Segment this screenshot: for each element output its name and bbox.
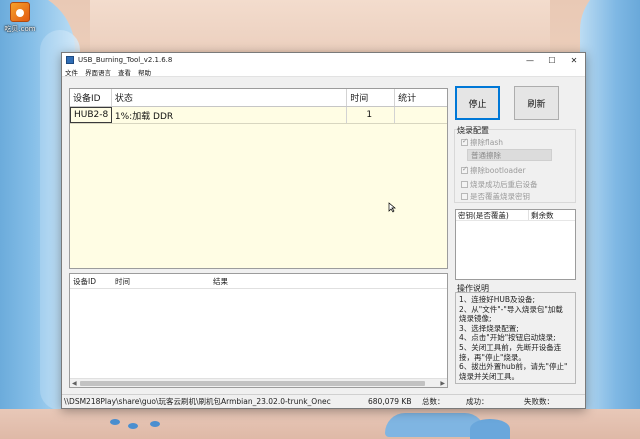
- erase-bootloader-option[interactable]: 擦除bootloader: [461, 165, 526, 176]
- menu-language[interactable]: 界面语言: [85, 67, 111, 77]
- erase-bootloader-label: 擦除bootloader: [470, 166, 526, 175]
- log-grid-header: 设备ID 时间 结果: [70, 274, 447, 289]
- menu-help[interactable]: 帮助: [138, 67, 151, 77]
- log-header-result[interactable]: 结果: [210, 274, 330, 288]
- help-line: 6、拔出外置hub前，请先"停止": [459, 362, 568, 372]
- reboot-after-option[interactable]: 烧录成功后重启设备: [461, 179, 538, 190]
- scroll-right-icon[interactable]: ▶: [440, 380, 445, 387]
- wallpaper-bottom: [0, 409, 640, 439]
- scrollbar-thumb[interactable]: [80, 381, 425, 386]
- status-total: 总数：: [422, 397, 445, 406]
- desktop-shortcut[interactable]: 吃贝.com: [2, 2, 38, 34]
- help-line: 1、连接好HUB及设备;: [459, 295, 536, 304]
- mouse-cursor-icon: [388, 202, 396, 213]
- window-title: USB_Burning_Tool_v2.1.6.8: [78, 56, 173, 64]
- wallpaper-nail: [150, 421, 160, 427]
- menu-file[interactable]: 文件: [65, 67, 78, 77]
- cell-time: 1: [347, 107, 396, 123]
- overwrite-key-option[interactable]: 是否覆盖烧录密钥: [461, 191, 530, 202]
- log-horizontal-scrollbar[interactable]: ◀ ▶: [70, 378, 447, 387]
- erase-bootloader-checkbox[interactable]: [461, 165, 468, 174]
- help-text-box[interactable]: 1、连接好HUB及设备; 2、从"文件"-"导入烧录包"加载 烧录镜像; 3、选…: [455, 292, 576, 384]
- status-image-size: 680,079 KB: [368, 397, 412, 406]
- status-image-path: \\DSM218Play\share\guo\玩客云刷机\刷机包Armbian_…: [64, 397, 331, 406]
- help-line: 4、点击"开始"按钮启动烧录;: [459, 333, 556, 343]
- reboot-after-checkbox[interactable]: [461, 181, 468, 188]
- help-line: 烧录并关闭工具。: [459, 371, 519, 381]
- refresh-button[interactable]: 刷新: [514, 86, 559, 120]
- header-time[interactable]: 时间: [347, 89, 396, 106]
- stop-button[interactable]: 停止: [455, 86, 500, 120]
- maximize-button[interactable]: ☐: [541, 53, 563, 67]
- title-bar[interactable]: USB_Burning_Tool_v2.1.6.8 — ☐ ✕: [62, 53, 585, 67]
- wallpaper-fish: [470, 419, 510, 439]
- log-header-time[interactable]: 时间: [112, 274, 210, 288]
- erase-flash-option[interactable]: 擦除flash: [461, 137, 503, 148]
- wallpaper-hair-right: [580, 0, 640, 439]
- status-bar: \\DSM218Play\share\guo\玩客云刷机\刷机包Armbian_…: [62, 394, 585, 408]
- help-line: 接，再"停止"烧录。: [459, 352, 526, 362]
- key-table[interactable]: 密钥(是否覆盖) 剩余数: [455, 209, 576, 280]
- table-row[interactable]: HUB2-8 1%:加载 DDR 1: [70, 107, 447, 124]
- desktop-shortcut-label: 吃贝.com: [4, 25, 36, 33]
- menu-view[interactable]: 查看: [118, 67, 131, 77]
- app-icon: [66, 56, 74, 64]
- key-header-key[interactable]: 密钥(是否覆盖): [456, 210, 529, 220]
- wallpaper-nail: [128, 423, 138, 429]
- help-line: 3、选择烧录配置;: [459, 323, 519, 333]
- header-device-id[interactable]: 设备ID: [70, 89, 112, 106]
- help-line: 5、关闭工具前，先断开设备连: [459, 342, 562, 352]
- status-success: 成功：: [466, 397, 489, 406]
- reboot-after-label: 烧录成功后重启设备: [470, 180, 538, 189]
- erase-flash-checkbox[interactable]: [461, 137, 468, 146]
- scroll-left-icon[interactable]: ◀: [72, 380, 77, 387]
- log-grid[interactable]: 设备ID 时间 结果 ◀ ▶: [69, 273, 448, 388]
- key-table-header: 密钥(是否覆盖) 剩余数: [456, 210, 575, 221]
- wallpaper-skin: [90, 0, 550, 50]
- minimize-button[interactable]: —: [519, 53, 541, 67]
- menu-bar: 文件 界面语言 查看 帮助: [62, 67, 585, 77]
- device-grid[interactable]: 设备ID 状态 时间 统计 HUB2-8 1%:加载 DDR 1: [69, 88, 448, 269]
- close-button[interactable]: ✕: [563, 53, 585, 67]
- log-header-device-id[interactable]: 设备ID: [70, 274, 112, 288]
- help-line: 烧录镜像;: [459, 314, 492, 324]
- help-line: 2、从"文件"-"导入烧录包"加载: [459, 304, 563, 314]
- overwrite-key-checkbox[interactable]: [461, 193, 468, 200]
- erase-mode-select[interactable]: 普通擦除: [467, 149, 552, 161]
- app-shortcut-icon: [10, 2, 30, 22]
- cell-device-id: HUB2-8: [70, 107, 112, 123]
- cell-status: 1%:加载 DDR: [112, 107, 348, 123]
- header-stat[interactable]: 统计: [395, 89, 447, 106]
- status-fail: 失败数：: [524, 397, 554, 406]
- erase-flash-label: 擦除flash: [470, 138, 503, 147]
- cell-stat: [395, 107, 447, 123]
- wallpaper-nail: [110, 419, 120, 425]
- header-status[interactable]: 状态: [112, 89, 348, 106]
- config-title: 烧录配置: [457, 126, 489, 135]
- usb-burning-tool-window: USB_Burning_Tool_v2.1.6.8 — ☐ ✕ 文件 界面语言 …: [61, 52, 586, 409]
- device-grid-header: 设备ID 状态 时间 统计: [70, 89, 447, 107]
- overwrite-key-label: 是否覆盖烧录密钥: [470, 192, 530, 201]
- key-header-remaining[interactable]: 剩余数: [529, 210, 554, 220]
